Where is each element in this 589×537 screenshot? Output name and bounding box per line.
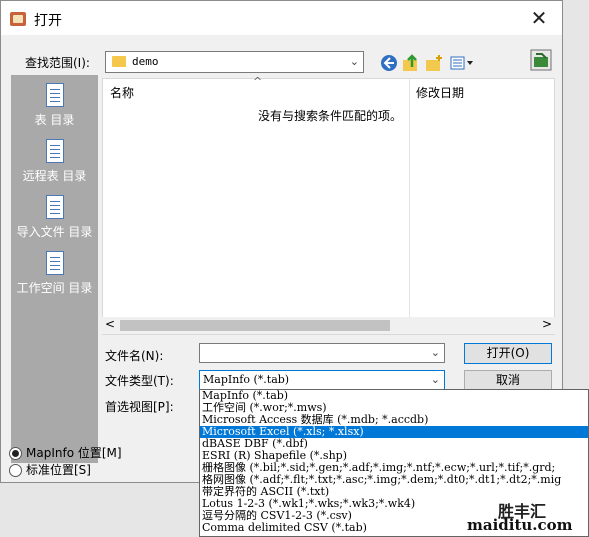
chevron-down-icon: ⌄ — [430, 373, 440, 386]
close-button[interactable]: ✕ — [516, 1, 562, 35]
chevron-down-icon: ⌄ — [430, 346, 440, 359]
scroll-right-icon[interactable]: > — [542, 317, 552, 331]
folder-tool-icon[interactable] — [530, 49, 552, 71]
horizontal-scrollbar[interactable]: < > — [102, 317, 555, 334]
radio-icon — [9, 464, 22, 477]
filename-label: 文件名(N): — [105, 349, 164, 363]
filetype-option[interactable]: 栅格图像 (*.bil;*.sid;*.gen;*.adf;*.img;*.nt… — [200, 462, 588, 474]
filetype-option[interactable]: MapInfo (*.tab) — [200, 390, 588, 402]
lookin-value: demo — [132, 55, 159, 68]
place-workspaces-label: 工作空间 目录 — [16, 281, 93, 295]
filetype-option[interactable]: Microsoft Excel (*.xls; *.xlsx) — [200, 426, 588, 438]
empty-message: 没有与搜索条件匹配的项。 — [258, 109, 403, 123]
column-header-modified[interactable]: 修改日期 — [416, 84, 464, 101]
lookin-label: 查找范围(I): — [25, 56, 90, 70]
app-icon — [10, 12, 26, 26]
sort-asc-icon: ^ — [253, 75, 263, 88]
title-bar: 打开 ✕ — [1, 1, 562, 35]
filetype-option[interactable]: 带定界符的 ASCII (*.txt) — [200, 486, 588, 498]
place-import-files[interactable]: 导入文件 目录 — [11, 195, 98, 240]
folder-icon — [112, 56, 126, 67]
column-header-name[interactable]: 名称 — [110, 84, 134, 101]
filetype-label: 文件类型(T): — [105, 374, 174, 388]
filetype-option[interactable]: 格网图像 (*.adf;*.flt;*.txt;*.asc;*.img;*.de… — [200, 474, 588, 486]
up-folder-icon[interactable] — [401, 53, 421, 73]
radio-selected-icon — [9, 447, 22, 460]
watermark-url: maiditu.com — [467, 516, 573, 534]
window-title: 打开 — [34, 13, 62, 29]
filetype-option[interactable]: ESRI (R) Shapefile (*.shp) — [200, 450, 588, 462]
table-doc-icon — [45, 83, 64, 107]
place-workspaces[interactable]: 工作空间 目录 — [11, 251, 98, 296]
filetype-option[interactable]: dBASE DBF (*.dbf) — [200, 438, 588, 450]
open-button[interactable]: 打开(O) — [464, 343, 552, 364]
new-folder-icon[interactable] — [424, 53, 444, 73]
mapinfo-location-option[interactable]: MapInfo 位置[M] — [9, 444, 122, 461]
place-remote-tables[interactable]: 远程表 目录 — [11, 139, 98, 184]
scroll-thumb[interactable] — [120, 320, 390, 331]
standard-location-label: 标准位置[S] — [26, 463, 91, 477]
filetype-value: MapInfo (*.tab) — [203, 373, 290, 386]
column-divider — [409, 79, 410, 317]
filetype-option[interactable]: 工作空间 (*.wor;*.mws) — [200, 402, 588, 414]
table-doc-icon — [45, 251, 64, 275]
table-doc-icon — [45, 139, 64, 163]
view-menu-icon[interactable] — [449, 53, 475, 73]
places-bar: 表 目录 远程表 目录 导入文件 目录 工作空间 目录 — [11, 75, 98, 463]
back-icon[interactable] — [379, 53, 399, 73]
scroll-left-icon[interactable]: < — [105, 317, 115, 331]
file-list[interactable]: 名称 ^ 修改日期 没有与搜索条件匹配的项。 — [102, 75, 555, 335]
table-doc-icon — [45, 195, 64, 219]
mapinfo-location-label: MapInfo 位置[M] — [26, 446, 122, 460]
preferred-view-label: 首选视图[P]: — [105, 400, 174, 414]
filetype-option[interactable]: Microsoft Access 数据库 (*.mdb; *.accdb) — [200, 414, 588, 426]
filename-combo[interactable]: ⌄ — [199, 343, 445, 363]
place-tables-label: 表 目录 — [34, 113, 75, 127]
place-import-files-label: 导入文件 目录 — [16, 225, 93, 239]
place-remote-tables-label: 远程表 目录 — [22, 169, 87, 183]
place-tables[interactable]: 表 目录 — [11, 83, 98, 128]
lookin-combo[interactable]: demo ⌄ — [105, 51, 364, 73]
cancel-button[interactable]: 取消 — [464, 370, 552, 391]
standard-location-option[interactable]: 标准位置[S] — [9, 461, 91, 478]
filetype-combo[interactable]: MapInfo (*.tab) ⌄ — [199, 370, 445, 390]
chevron-down-icon: ⌄ — [349, 55, 359, 68]
